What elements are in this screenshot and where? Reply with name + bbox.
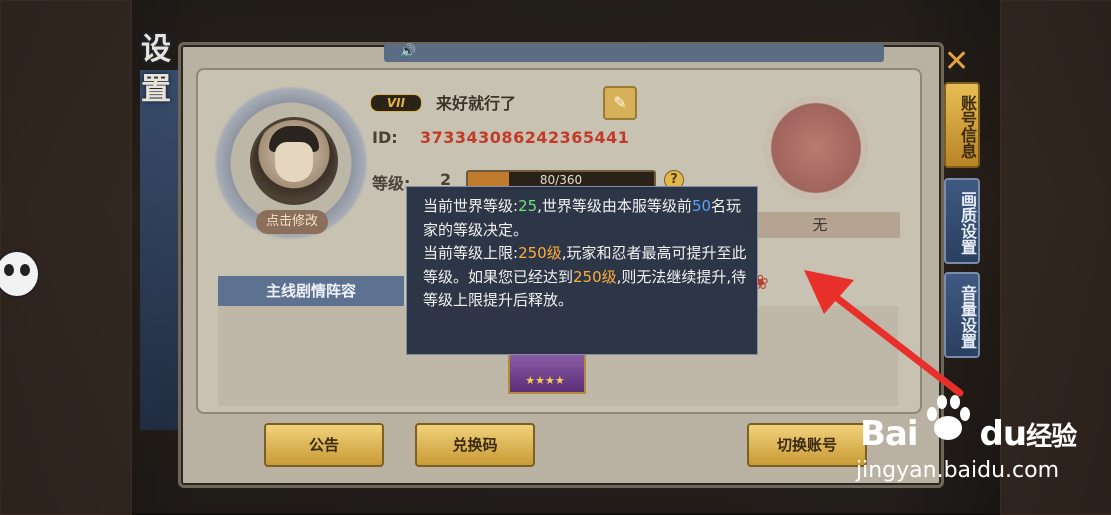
redeem-code-button[interactable]: 兑换码 <box>415 423 535 467</box>
player-nickname: 来好就行了 <box>436 94 517 113</box>
watermark-url: jingyan.baidu.com <box>856 458 1060 483</box>
panel-scroll-decoration <box>140 70 178 430</box>
panel-title: 设置 <box>141 32 171 107</box>
ninja-card[interactable] <box>508 352 586 394</box>
panel-top-strip <box>384 44 884 62</box>
speaker-icon: 🔊 <box>400 44 417 59</box>
tab-graphics-settings[interactable]: 画质设置 <box>944 178 980 264</box>
ninja-card-stars: ★★★★ <box>525 374 565 387</box>
player-id: 373343086242365441 <box>420 128 630 147</box>
vip-badge: VII <box>370 94 422 112</box>
level-label: 等级: <box>372 174 411 193</box>
watermark-brand-du: du <box>979 414 1028 454</box>
close-icon[interactable]: ✕ <box>944 44 969 79</box>
tooltip-rank-value: 50 <box>691 197 712 215</box>
tooltip-world-level-label: 当前世界等级: <box>423 197 519 215</box>
tooltip-level-cap-value: 250级 <box>518 244 562 262</box>
id-label: ID: <box>372 128 398 147</box>
tooltip-world-level-text: ,世界等级由本服等级前 <box>537 197 692 215</box>
announcement-button[interactable]: 公告 <box>264 423 384 467</box>
partner-avatar[interactable] <box>764 96 868 200</box>
avatar[interactable] <box>250 117 338 205</box>
edit-avatar-button[interactable]: 点击修改 <box>256 210 328 234</box>
watermark-brand-bai: Bai <box>860 414 919 454</box>
partner-name: 无 <box>740 212 900 238</box>
edit-name-pencil-icon[interactable]: ✎ <box>603 86 637 120</box>
tooltip-level-cap-label: 当前等级上限: <box>423 244 519 262</box>
switch-account-button[interactable]: 切换账号 <box>747 423 867 467</box>
tooltip-level-cap-value-2: 250级 <box>573 267 617 286</box>
watermark-brand: Bai du经验 <box>860 414 1077 454</box>
level-tooltip: 当前世界等级:25,世界等级由本服等级前50名玩家的等级决定。 当前等级上限:2… <box>406 186 758 355</box>
watermark-brand-jingyan: 经验 <box>1026 422 1077 452</box>
lineup-title: 主线剧情阵容 <box>218 276 404 306</box>
tab-account-info[interactable]: 账号信息 <box>944 82 980 168</box>
red-arrow-annotation <box>804 270 964 397</box>
tooltip-world-level-value: 25 <box>518 197 538 215</box>
